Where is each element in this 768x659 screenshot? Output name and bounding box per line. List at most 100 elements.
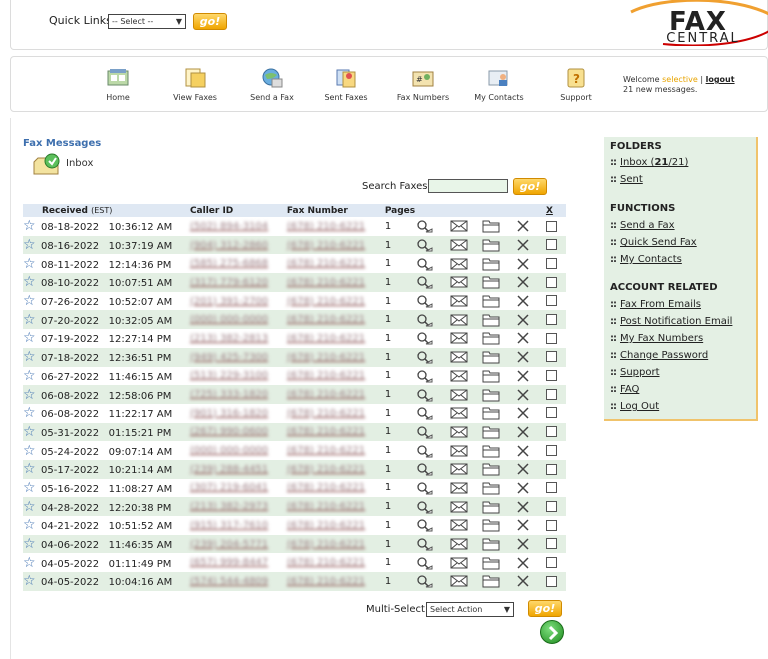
folder-icon[interactable] bbox=[482, 441, 514, 460]
fax-number-cell[interactable]: (678) 210-6221 bbox=[287, 553, 385, 572]
star-icon[interactable]: ☆ bbox=[23, 481, 41, 495]
fax-number-cell[interactable]: (678) 210-6221 bbox=[286, 422, 385, 442]
star-icon[interactable]: ☆ bbox=[23, 331, 41, 345]
preview-icon[interactable] bbox=[415, 292, 450, 311]
sidebar-item-inbox[interactable]: :: Inbox (21/21) bbox=[610, 157, 688, 168]
delete-icon[interactable] bbox=[514, 404, 546, 423]
caller-id-cell[interactable]: (213) 382-2813 bbox=[190, 329, 287, 348]
fax-number-link[interactable]: (678) 210-6221 bbox=[287, 576, 365, 587]
preview-icon[interactable] bbox=[415, 516, 450, 535]
caller-id-link[interactable]: (000) 000-0000 bbox=[190, 445, 268, 456]
email-icon[interactable] bbox=[450, 553, 482, 572]
row-select-checkbox[interactable] bbox=[545, 556, 557, 568]
star-icon[interactable]: ☆ bbox=[23, 294, 41, 308]
fax-number-link[interactable]: (678) 210-6221 bbox=[287, 482, 365, 493]
star-icon[interactable]: ☆ bbox=[23, 462, 41, 476]
caller-id-link[interactable]: (585) 275-6868 bbox=[190, 258, 268, 269]
folder-icon[interactable] bbox=[482, 534, 514, 554]
row-select-checkbox[interactable] bbox=[545, 332, 557, 344]
preview-icon[interactable] bbox=[415, 367, 450, 386]
caller-id-link[interactable]: (725) 333-1820 bbox=[190, 389, 268, 400]
caller-id-cell[interactable]: (574) 544-4809 bbox=[189, 572, 287, 591]
email-icon[interactable] bbox=[450, 273, 483, 292]
preview-icon[interactable] bbox=[415, 254, 450, 273]
folder-icon[interactable] bbox=[482, 310, 514, 330]
preview-icon[interactable] bbox=[415, 441, 450, 460]
star-icon[interactable]: ☆ bbox=[23, 537, 41, 551]
fax-number-cell[interactable]: (678) 210-6221 bbox=[287, 367, 385, 386]
caller-id-cell[interactable]: (915) 317-7610 bbox=[190, 516, 287, 535]
table-row[interactable]: ☆ 04-06-2022 11:46:35 AM (239) 204-5771 (67… bbox=[23, 534, 566, 554]
caller-id-cell[interactable]: (267) 990-0600 bbox=[189, 422, 287, 442]
row-select-checkbox[interactable] bbox=[545, 295, 557, 307]
caller-id-cell[interactable]: (000) 000-0000 bbox=[190, 441, 287, 460]
fax-number-cell[interactable]: (678) 210-6221 bbox=[286, 347, 385, 367]
fax-number-cell[interactable]: (678) 210-6221 bbox=[287, 479, 385, 498]
row-select-checkbox[interactable] bbox=[545, 463, 557, 475]
caller-id-cell[interactable]: (239) 204-5771 bbox=[189, 534, 287, 554]
table-row[interactable]: ☆ 05-17-2022 10:21:14 AM (239) 288-4451 (67… bbox=[23, 459, 566, 479]
email-icon[interactable] bbox=[450, 292, 482, 311]
nav-fax-numbers[interactable]: # Fax Numbers bbox=[388, 67, 458, 102]
fax-number-cell[interactable]: (678) 210-6221 bbox=[287, 516, 385, 535]
fax-number-cell[interactable]: (678) 210-6221 bbox=[287, 292, 385, 311]
table-row[interactable]: ☆ 08-18-2022 10:36:12 AM (502) 894-3104 (67… bbox=[23, 217, 566, 236]
preview-icon[interactable] bbox=[415, 217, 450, 236]
caller-id-link[interactable]: (267) 990-0600 bbox=[190, 426, 268, 437]
row-select-checkbox[interactable] bbox=[545, 351, 557, 363]
fax-number-link[interactable]: (678) 210-6221 bbox=[287, 314, 365, 325]
star-icon[interactable]: ☆ bbox=[23, 388, 41, 402]
email-icon[interactable] bbox=[450, 329, 482, 348]
fax-number-cell[interactable]: (678) 210-6221 bbox=[286, 235, 385, 255]
preview-icon[interactable] bbox=[415, 553, 450, 572]
caller-id-link[interactable]: (901) 316-1820 bbox=[190, 408, 268, 419]
email-icon[interactable] bbox=[450, 347, 483, 367]
folder-icon[interactable] bbox=[482, 516, 514, 535]
table-row[interactable]: ☆ 05-31-2022 01:15:21 PM (267) 990-0600 (67… bbox=[23, 422, 566, 442]
multi-select-go-button[interactable]: go! bbox=[528, 600, 562, 617]
fax-number-link[interactable]: (678) 210-6221 bbox=[287, 258, 365, 269]
row-select-checkbox[interactable] bbox=[545, 482, 557, 494]
fax-number-cell[interactable]: (678) 210-6221 bbox=[287, 441, 385, 460]
fax-number-link[interactable]: (678) 210-6221 bbox=[287, 520, 365, 531]
quick-links-select[interactable]: -- Select -- ▼ bbox=[108, 14, 186, 29]
caller-id-cell[interactable]: (901) 316-1820 bbox=[190, 404, 287, 423]
delete-icon[interactable] bbox=[514, 235, 546, 255]
email-icon[interactable] bbox=[450, 235, 483, 255]
preview-icon[interactable] bbox=[415, 459, 451, 479]
nav-my-contacts[interactable]: My Contacts bbox=[464, 67, 534, 102]
table-row[interactable]: ☆ 07-18-2022 12:36:51 PM (949) 425-7300 (67… bbox=[23, 347, 566, 367]
fax-number-cell[interactable]: (678) 210-6221 bbox=[286, 385, 385, 404]
delete-icon[interactable] bbox=[514, 497, 546, 516]
table-row[interactable]: ☆ 06-08-2022 11:22:17 AM (901) 316-1820 (67… bbox=[23, 404, 566, 423]
star-icon[interactable]: ☆ bbox=[23, 406, 41, 420]
folder-icon[interactable] bbox=[482, 235, 514, 255]
table-row[interactable]: ☆ 07-26-2022 10:52:07 AM (201) 391-2700 (67… bbox=[23, 292, 566, 311]
email-icon[interactable] bbox=[450, 479, 482, 498]
table-row[interactable]: ☆ 06-27-2022 11:46:15 AM (513) 229-3100 (67… bbox=[23, 367, 566, 386]
email-icon[interactable] bbox=[450, 310, 483, 330]
search-go-button[interactable]: go! bbox=[513, 178, 547, 195]
fax-number-cell[interactable]: (678) 210-6221 bbox=[286, 534, 385, 554]
folder-icon[interactable] bbox=[482, 367, 514, 386]
table-row[interactable]: ☆ 05-24-2022 09:07:14 AM (000) 000-0000 (67… bbox=[23, 441, 566, 460]
delete-icon[interactable] bbox=[514, 553, 546, 572]
preview-icon[interactable] bbox=[415, 479, 450, 498]
sidebar-item-support[interactable]: :: Support bbox=[610, 367, 660, 378]
fax-number-cell[interactable]: (678) 210-6221 bbox=[286, 310, 385, 330]
email-icon[interactable] bbox=[450, 254, 482, 273]
sidebar-item-sent[interactable]: :: Sent bbox=[610, 174, 643, 185]
email-icon[interactable] bbox=[450, 422, 483, 442]
fax-number-link[interactable]: (678) 210-6221 bbox=[287, 539, 365, 550]
preview-icon[interactable] bbox=[415, 385, 451, 404]
fax-number-link[interactable]: (678) 210-6221 bbox=[287, 240, 365, 251]
nav-send-fax[interactable]: Send a Fax bbox=[237, 67, 307, 102]
caller-id-cell[interactable]: (725) 333-1820 bbox=[189, 385, 287, 404]
star-icon[interactable]: ☆ bbox=[23, 313, 41, 327]
delete-icon[interactable] bbox=[514, 367, 546, 386]
fax-number-link[interactable]: (678) 210-6221 bbox=[287, 501, 365, 512]
caller-id-link[interactable]: (213) 382-2973 bbox=[190, 501, 268, 512]
star-icon[interactable]: ☆ bbox=[23, 500, 41, 514]
caller-id-cell[interactable]: (904) 312-2860 bbox=[189, 235, 287, 255]
table-row[interactable]: ☆ 07-20-2022 10:32:05 AM (000) 000-0000 (67… bbox=[23, 310, 566, 330]
